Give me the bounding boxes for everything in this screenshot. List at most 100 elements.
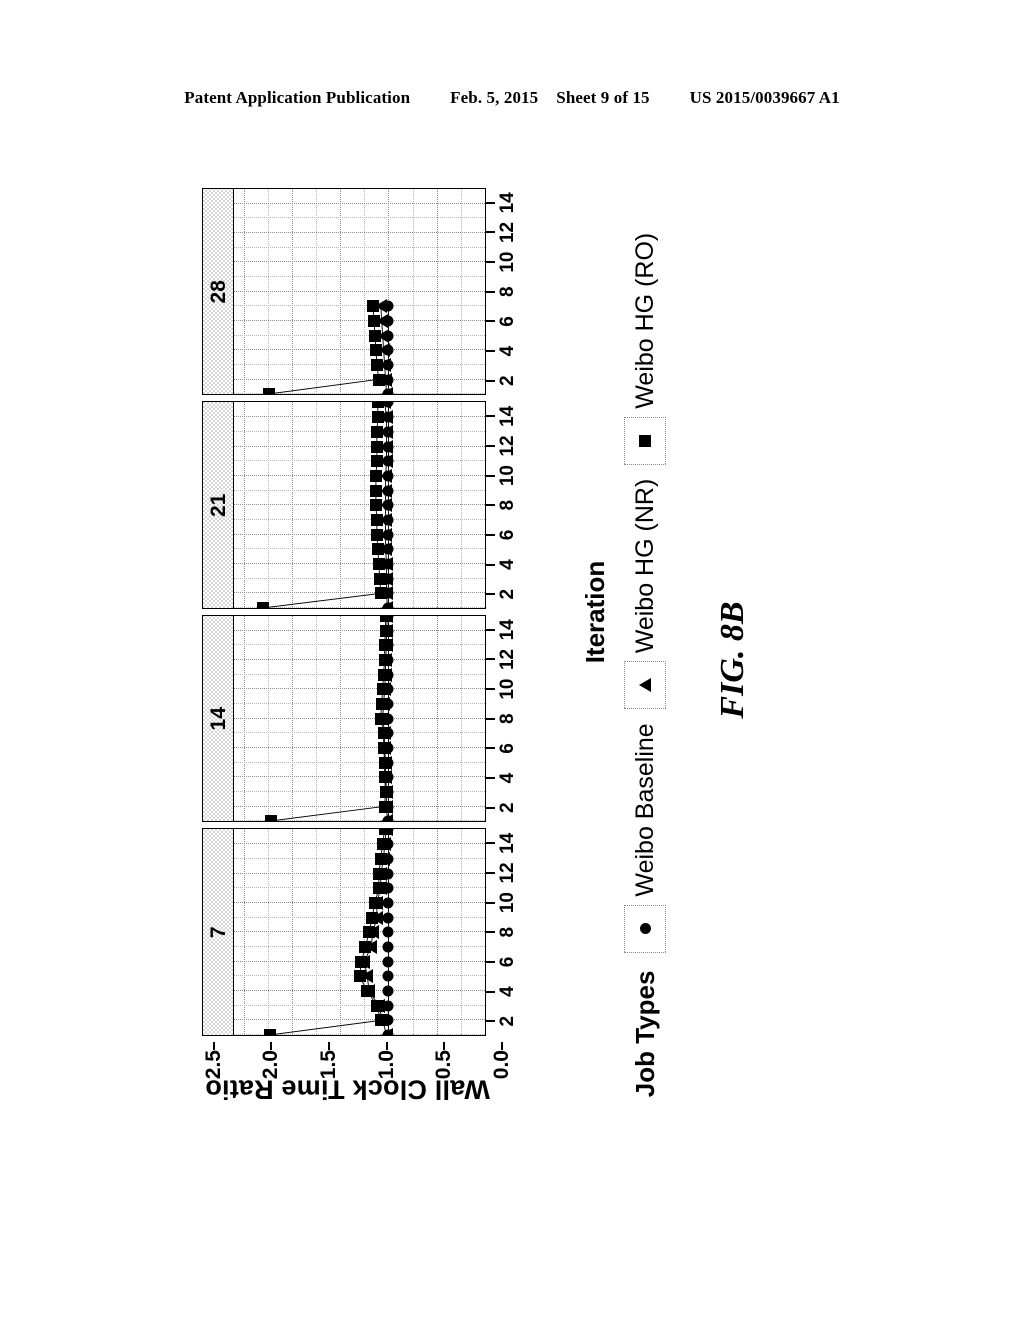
patent-number: US 2015/0039667 A1 [689,88,840,107]
chart: Wall Clock Time Ratio 0.0 0.5 1.0 1.5 2.0 2.5… [202,188,610,1128]
y-tick-mark [270,1042,273,1050]
square-marker [369,469,382,482]
square-marker [372,373,385,386]
x-axis: 2 4 6 8 10 12 14 [486,615,532,823]
legend-item[interactable]: Weibo HG (NR) [624,479,666,710]
square-marker [378,828,391,836]
x-tick-mark [486,415,495,418]
square-marker [367,300,379,313]
x-tick-mark [486,379,495,382]
square-marker [368,896,381,909]
x-tick-mark [486,261,495,264]
x-tick-label: 4 [497,772,518,784]
x-tick-mark [486,628,495,631]
square-marker [370,455,383,468]
square-marker [370,999,383,1012]
figure-caption: FIG. 8B [714,601,751,719]
square-marker [369,484,382,497]
plot-area [233,828,486,1036]
x-tick-label: 6 [497,529,518,541]
square-marker [368,329,381,342]
square-marker [374,852,387,865]
square-marker [367,315,380,328]
y-tick-mark [385,1042,388,1050]
x-tick-label: 10 [497,678,518,700]
square-marker [361,984,374,997]
facet-strip: 7 [202,828,233,1036]
square-marker [378,654,391,667]
x-tick-mark [486,320,495,323]
x-tick-mark [486,717,495,720]
y-tick-label: 2.5 [201,1050,225,1080]
y-axis-ticks: 0.0 0.5 1.0 1.5 2.0 2.5 [202,1042,532,1098]
x-tick-mark [486,806,495,809]
square-marker [379,615,392,622]
x-tick-mark [486,1020,495,1023]
y-tick-label: 0.0 [490,1050,513,1080]
x-tick-label: 4 [497,345,518,357]
square-marker [377,742,390,755]
x-axis: 2 4 6 8 10 12 14 [486,188,532,396]
square-marker [377,727,390,740]
facet-strip-label: 28 [206,280,230,304]
square-marker [379,624,392,637]
square-marker [256,602,269,609]
series-line [263,403,381,609]
x-tick-label: 14 [497,619,518,641]
square-marker [374,712,387,725]
series-line [271,616,386,822]
circle-marker [382,956,394,968]
legend: Job Types Weibo Baseline Weibo HG (NR) Wei… [610,188,680,1128]
facet-strip-label: 14 [206,707,230,731]
x-tick-label: 6 [497,956,518,968]
x-tick-mark [486,842,495,845]
facet-panel: 28 2 4 6 8 10 12 14 [202,188,532,396]
circle-marker [639,923,651,935]
x-tick-mark [486,593,495,596]
square-marker [378,771,391,784]
x-tick-mark [486,444,495,447]
facet-panel: 14 2 4 6 8 10 12 14 [202,615,532,823]
legend-key [624,904,666,953]
x-tick-mark [486,990,495,993]
square-marker [370,513,383,526]
circle-marker [382,941,394,953]
circle-marker [382,926,394,938]
x-tick-label: 8 [497,713,518,725]
y-tick-mark [327,1042,330,1050]
y-tick-label: 1.5 [316,1050,340,1080]
square-marker [371,411,384,424]
circle-marker [382,897,394,909]
square-marker [366,911,379,924]
x-tick-label: 8 [497,286,518,298]
y-tick-label: 0.5 [432,1050,456,1080]
square-marker [372,882,385,895]
square-marker [363,926,376,939]
legend-items: Weibo Baseline Weibo HG (NR) Weibo HG (RO) [624,219,666,953]
legend-title: Job Types [629,970,660,1098]
square-marker [262,388,275,396]
x-tick-mark [486,960,495,963]
series-lines [234,403,485,609]
x-axis: 2 4 6 8 10 12 14 [486,402,532,610]
square-marker [375,698,388,711]
x-tick-mark [486,474,495,477]
x-tick-label: 10 [497,251,518,273]
legend-label: Weibo HG (RO) [630,232,659,409]
publication-label: Patent Application Publication [184,88,411,107]
y-tick-mark [212,1042,215,1050]
x-tick-label: 2 [497,588,518,600]
x-tick-label: 8 [497,499,518,511]
triangle-marker [639,678,651,693]
x-tick-label: 14 [497,192,518,214]
x-tick-mark [486,504,495,507]
facet-panel: 21 2 4 6 8 10 12 14 [202,401,532,610]
legend-item[interactable]: Weibo HG (RO) [624,233,666,465]
x-tick-label: 10 [497,892,518,914]
square-marker [370,528,383,541]
square-marker [359,940,372,953]
x-tick-label: 6 [497,316,518,327]
x-tick-label: 10 [497,465,518,487]
legend-item[interactable]: Weibo Baseline [624,723,666,953]
x-tick-label: 2 [497,802,518,813]
